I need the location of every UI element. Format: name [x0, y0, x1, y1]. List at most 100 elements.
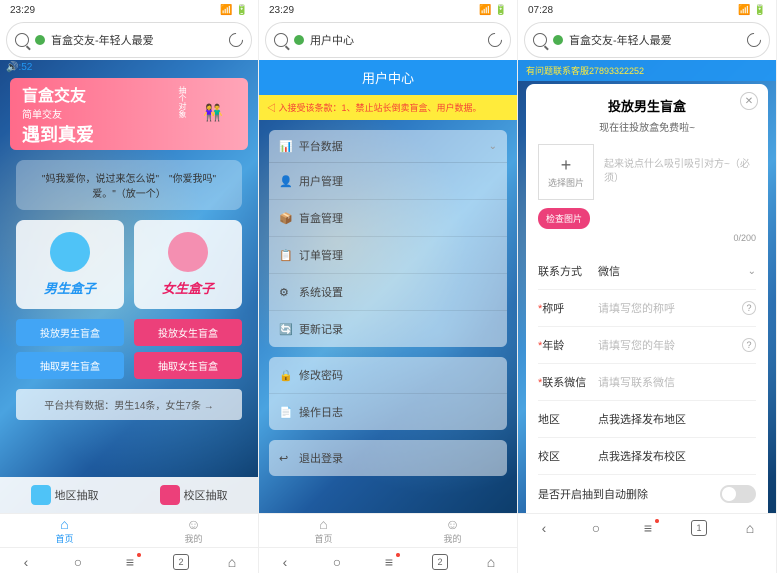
tabs-count[interactable]: 2 [173, 554, 189, 570]
help-icon[interactable]: ? [742, 338, 756, 352]
url-bar[interactable]: 盲盒交友-年轻人最爱 [6, 22, 252, 58]
school-icon [160, 485, 180, 505]
home-icon: ⌂ [60, 516, 68, 532]
field-region[interactable]: 地区 点我选择发布地区 [538, 401, 756, 438]
status-icons: 📶 🔋 [479, 5, 507, 16]
logout-icon: ↩ [279, 452, 291, 464]
tabs-count[interactable]: 2 [432, 554, 448, 570]
menu-section-2: 🔒修改密码 📄操作日志 [269, 357, 507, 430]
phone-2: 23:29 📶 🔋 用户中心 用户中心 ◁ 入接受该条款：1、禁止站长倒卖盲盒、… [259, 0, 518, 573]
tab-region[interactable]: 地区抽取 [0, 477, 129, 513]
upload-button[interactable]: + 选择图片 [538, 144, 594, 200]
refresh-icon[interactable] [226, 30, 246, 50]
search-icon[interactable] [15, 33, 29, 47]
menu-boxes[interactable]: 📦盲盒管理 [269, 200, 507, 237]
user-icon: ☺ [445, 516, 459, 532]
nav-me[interactable]: ☺我的 [129, 514, 258, 547]
check-button[interactable]: 检查图片 [538, 208, 590, 229]
user-icon: 👤 [279, 175, 291, 187]
back-icon[interactable]: ‹ [276, 553, 294, 571]
male-box[interactable]: 男生盒子 [16, 220, 124, 309]
back-icon[interactable]: ‹ [17, 553, 35, 571]
lock-icon: 🔒 [279, 369, 291, 381]
banner-tag: 抽个对象 [177, 86, 188, 118]
menu-icon[interactable]: ≡ [121, 553, 139, 571]
get-female-button[interactable]: 抽取女生盲盒 [134, 352, 242, 379]
female-label: 女生盒子 [146, 278, 230, 297]
menu-settings[interactable]: ⚙系统设置 [269, 274, 507, 311]
search-nav-icon[interactable]: ○ [69, 553, 87, 571]
menu-icon[interactable]: ≡ [639, 519, 657, 537]
wx-label: *联系微信 [538, 374, 598, 390]
modal-title: 投放男生盲盒 [538, 96, 756, 115]
status-icons: 📶 🔋 [220, 5, 248, 16]
nav-home[interactable]: ⌂首页 [259, 514, 388, 547]
age-label: *年龄 [538, 337, 598, 353]
region-value: 点我选择发布地区 [598, 411, 756, 427]
content: 用户中心 ◁ 入接受该条款：1、禁止站长倒卖盲盒、用户数据。 📊平台数据⌄ 👤用… [259, 60, 517, 513]
menu-icon[interactable]: ≡ [380, 553, 398, 571]
field-toggle: 是否开启抽到自动删除 [538, 475, 756, 513]
field-contact[interactable]: 联系方式 微信 ⌄ [538, 253, 756, 290]
search-icon[interactable] [533, 33, 547, 47]
char-counter: 0/200 [538, 233, 756, 243]
box-row: 男生盒子 女生盒子 [16, 220, 242, 309]
home-nav-icon[interactable]: ⌂ [482, 553, 500, 571]
toggle-switch[interactable] [720, 485, 756, 503]
section-header[interactable]: 📊平台数据⌄ [269, 130, 507, 163]
banner-sub: 简单交友 [22, 106, 94, 121]
phone-3: 07:28 📶 🔋 盲盒交友-年轻人最爱 有问题联系客服27893322252 … [518, 0, 777, 573]
nav-me[interactable]: ☺我的 [388, 514, 517, 547]
put-male-button[interactable]: 投放男生盲盒 [16, 319, 124, 346]
banner-image: 👫 [188, 83, 238, 143]
name-input[interactable]: 请填写您的称呼 [598, 300, 742, 316]
menu-password[interactable]: 🔒修改密码 [269, 357, 507, 394]
bottom-tabs: 地区抽取 校区抽取 [0, 477, 258, 513]
url-bar[interactable]: 盲盒交友-年轻人最爱 [524, 22, 770, 58]
upload-row: + 选择图片 起来说点什么吸引吸引对方~（必须） [538, 144, 756, 200]
refresh-icon[interactable] [744, 30, 764, 50]
menu-orders[interactable]: 📋订单管理 [269, 237, 507, 274]
school-value: 点我选择发布校区 [598, 448, 756, 464]
field-wechat[interactable]: *联系微信 请填写联系微信 [538, 364, 756, 401]
menu-logout[interactable]: ↩退出登录 [269, 440, 507, 476]
search-nav-icon[interactable]: ○ [587, 519, 605, 537]
female-box[interactable]: 女生盒子 [134, 220, 242, 309]
banner-title: 盲盒交友 [22, 82, 94, 106]
help-icon[interactable]: ? [742, 301, 756, 315]
modal-subtitle: 现在往投放盒免费啦~ [538, 119, 756, 134]
age-input[interactable]: 请填写您的年龄 [598, 337, 742, 353]
tab-school[interactable]: 校区抽取 [129, 477, 258, 513]
refresh-icon[interactable] [485, 30, 505, 50]
stats-bar[interactable]: 平台共有数据：男生14条，女生7条 → [16, 389, 242, 420]
close-button[interactable]: ✕ [740, 92, 758, 110]
tabs-count[interactable]: 1 [691, 520, 707, 536]
menu-section-3: ↩退出登录 [269, 440, 507, 476]
region-label: 地区 [538, 411, 598, 427]
field-age[interactable]: *年龄 请填写您的年龄 ? [538, 327, 756, 364]
home-nav-icon[interactable]: ⌂ [223, 553, 241, 571]
plus-icon: + [561, 155, 572, 176]
update-icon: 🔄 [279, 323, 291, 335]
search-nav-icon[interactable]: ○ [328, 553, 346, 571]
back-icon[interactable]: ‹ [535, 519, 553, 537]
field-school[interactable]: 校区 点我选择发布校区 [538, 438, 756, 475]
status-bar: 07:28 📶 🔋 [518, 0, 776, 20]
button-grid: 投放男生盲盒 抽取男生盲盒 投放女生盲盒 抽取女生盲盒 [16, 319, 242, 379]
get-male-button[interactable]: 抽取男生盲盒 [16, 352, 124, 379]
field-name[interactable]: *称呼 请填写您的称呼 ? [538, 290, 756, 327]
menu-logs[interactable]: 📄操作日志 [269, 394, 507, 430]
nav-home[interactable]: ⌂首页 [0, 514, 129, 547]
wx-input[interactable]: 请填写联系微信 [598, 374, 756, 390]
search-icon[interactable] [274, 33, 288, 47]
banner[interactable]: 盲盒交友 简单交友 遇到真爱 抽个对象 👫 [10, 78, 248, 150]
speaker-icon: 🔊:52 [6, 62, 32, 73]
put-female-button[interactable]: 投放女生盲盒 [134, 319, 242, 346]
menu-updates[interactable]: 🔄更新记录 [269, 311, 507, 347]
shield-icon [553, 35, 563, 45]
menu-users[interactable]: 👤用户管理 [269, 163, 507, 200]
status-icons: 📶 🔋 [738, 5, 766, 16]
user-icon: ☺ [186, 516, 200, 532]
url-bar[interactable]: 用户中心 [265, 22, 511, 58]
home-nav-icon[interactable]: ⌂ [741, 519, 759, 537]
